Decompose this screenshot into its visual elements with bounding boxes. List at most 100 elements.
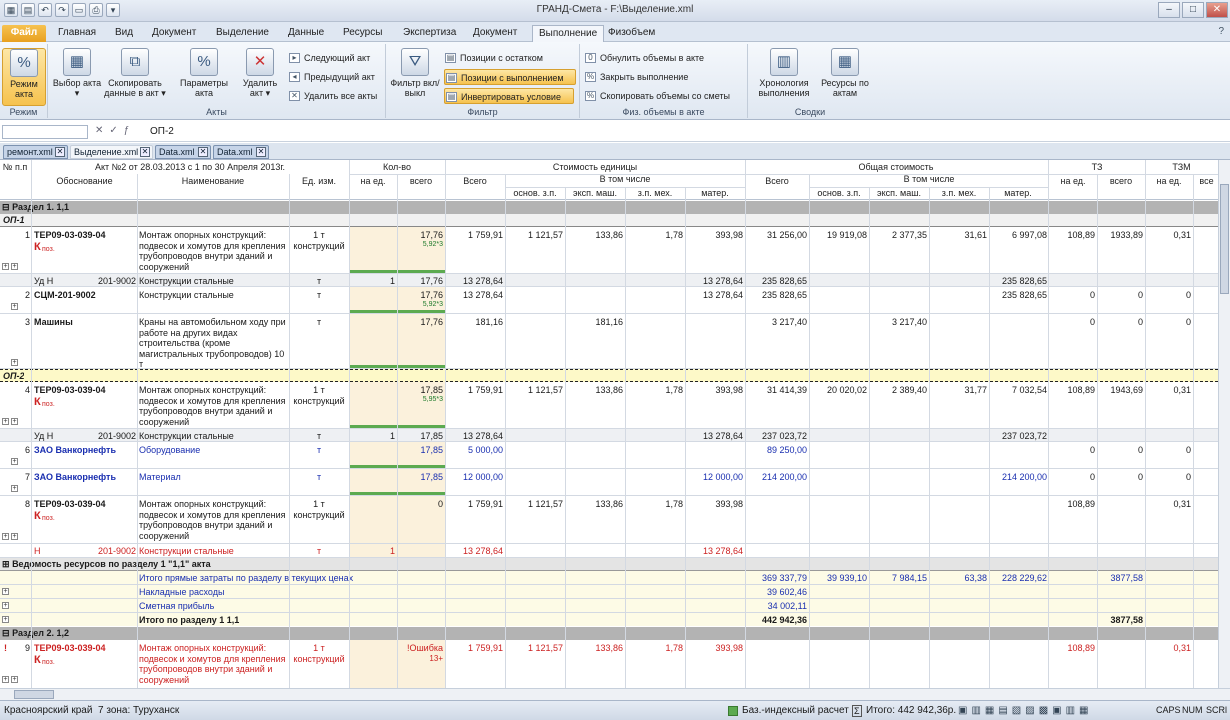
tab-expertise[interactable]: Экспертиза: [397, 25, 462, 42]
doc-tab-data-1[interactable]: Data.xml ✕: [155, 145, 211, 159]
tab-document-2[interactable]: Документ: [467, 25, 523, 42]
scrollbar-thumb[interactable]: [1220, 184, 1229, 294]
cancel-icon[interactable]: ✕: [95, 125, 109, 136]
doc-tab-selection[interactable]: Выделение.xml ✕: [70, 145, 153, 159]
tab-physvolume[interactable]: Физобъем: [602, 25, 661, 42]
close-tab-icon[interactable]: ✕: [198, 147, 208, 157]
expand-icon[interactable]: +: [11, 458, 18, 465]
cell: 1933,89: [1110, 230, 1143, 240]
cell: 0: [1137, 290, 1143, 300]
copy-to-act-button[interactable]: ⧉ Скопировать данные в акт ▾: [100, 48, 170, 98]
resources-by-acts-button[interactable]: ▦ Ресурсы по актам: [820, 48, 870, 98]
invert-condition-button[interactable]: ▤ Инвертировать условие: [444, 88, 574, 104]
close-button[interactable]: ✕: [1206, 2, 1228, 18]
filter-toggle-button[interactable]: ⛛ Фильтр вкл/выкл: [390, 48, 440, 98]
act-mode-button[interactable]: % Режим акта: [2, 48, 46, 106]
hdr-tz: ТЗ: [1091, 162, 1103, 172]
expand-icon[interactable]: +: [2, 263, 9, 270]
maximize-button[interactable]: □: [1182, 2, 1204, 18]
horizontal-scrollbar[interactable]: [0, 688, 1230, 700]
expand-icon[interactable]: +: [11, 303, 18, 310]
expand-icon[interactable]: +: [2, 418, 9, 425]
select-act-button[interactable]: ▦ Выбор акта ▾: [52, 48, 102, 98]
expand-icon[interactable]: +: [11, 676, 18, 683]
prev-act-button[interactable]: ◂ Предыдущий акт: [288, 69, 375, 85]
subsection-row[interactable]: [0, 214, 1218, 227]
view-mode-icons[interactable]: ▣▥▦▤▧▨▩▣▥▦: [958, 705, 1092, 716]
tab-resources[interactable]: Ресурсы: [337, 25, 388, 42]
row-qty-error[interactable]: !Ошибка: [397, 643, 443, 653]
vertical-scrollbar[interactable]: [1218, 160, 1230, 688]
tab-home[interactable]: Главная: [52, 25, 102, 42]
cell: 235 828,65: [761, 276, 807, 286]
name-box[interactable]: [2, 125, 88, 139]
execution-history-button[interactable]: ▥ Хронология выполнения: [752, 48, 816, 98]
copy-volumes-button[interactable]: % Скопировать объемы со сметы: [584, 88, 730, 104]
expand-icon[interactable]: +: [2, 533, 9, 540]
row-name: Конструкции стальные: [139, 290, 234, 300]
collapse-icon[interactable]: ⊟: [2, 202, 10, 212]
subsection-row-selected[interactable]: [0, 369, 1218, 382]
status-calc[interactable]: Баз.-индексный расчет: [742, 705, 849, 716]
hdr-tz-all: всего: [1109, 176, 1133, 186]
cell: 34 002,11: [767, 601, 807, 611]
tab-data[interactable]: Данные: [282, 25, 330, 42]
expand-icon[interactable]: ⊞: [2, 559, 10, 569]
row-number: 8: [24, 499, 30, 509]
expand-icon[interactable]: +: [11, 485, 18, 492]
tab-file[interactable]: Файл: [2, 25, 46, 42]
close-tab-icon[interactable]: ✕: [140, 147, 150, 157]
tab-selection[interactable]: Выделение: [210, 25, 275, 42]
section-row[interactable]: [0, 201, 1218, 214]
row-qty[interactable]: 17,76: [397, 230, 443, 240]
close-execution-button[interactable]: % Закрыть выполнение: [584, 69, 688, 85]
hdr-total-all: Всего: [765, 176, 789, 186]
doc-tab-data-2[interactable]: Data.xml ✕: [213, 145, 269, 159]
formula-value[interactable]: ОП-2: [150, 126, 174, 137]
row-qty[interactable]: 0: [397, 499, 443, 509]
expand-icon[interactable]: +: [2, 616, 9, 623]
hdr-total-eksp: эксп. маш.: [877, 188, 921, 198]
filter-remainder-button[interactable]: ▤ Позиции с остатком: [444, 50, 574, 66]
delete-act-button[interactable]: ✕ Удалить акт ▾: [236, 48, 284, 98]
row-qty[interactable]: 17,85: [397, 385, 443, 395]
row-qty[interactable]: 17,85: [397, 445, 443, 455]
tab-document[interactable]: Документ: [146, 25, 202, 42]
expand-icon[interactable]: +: [11, 359, 18, 366]
row-qty[interactable]: 17,76: [397, 290, 443, 300]
expand-icon[interactable]: +: [2, 602, 9, 609]
cell: 181,16: [595, 317, 623, 327]
expand-icon[interactable]: +: [2, 588, 9, 595]
hscroll-thumb[interactable]: [14, 690, 54, 699]
cell: 13 278,64: [702, 290, 743, 300]
expand-icon[interactable]: +: [11, 263, 18, 270]
cell: 3 217,40: [891, 317, 927, 327]
row-code: 201-9002: [97, 276, 136, 286]
section-row[interactable]: [0, 627, 1218, 640]
fx-icon[interactable]: ƒ: [124, 125, 136, 136]
next-act-button[interactable]: ▸ Следующий акт: [288, 50, 370, 66]
delete-all-acts-button[interactable]: ✕ Удалить все акты: [288, 88, 377, 104]
minimize-button[interactable]: –: [1158, 2, 1180, 18]
help-icon[interactable]: ?: [1218, 26, 1224, 37]
row-qty[interactable]: 17,85: [397, 472, 443, 482]
expand-icon[interactable]: +: [11, 418, 18, 425]
tab-view[interactable]: Вид: [109, 25, 139, 42]
expand-icon[interactable]: +: [2, 676, 9, 683]
hdr-unit-zpm: з.п. мех.: [637, 188, 673, 198]
cell: 393,98: [715, 230, 743, 240]
filter-executed-button[interactable]: ▤ Позиции с выполнением: [444, 69, 576, 85]
cell: 12 000,00: [462, 472, 503, 482]
cell: 1 759,91: [467, 385, 503, 395]
zero-volumes-button[interactable]: 0 Обнулить объемы в акте: [584, 50, 704, 66]
collapse-icon[interactable]: ⊟: [2, 628, 10, 638]
confirm-icon[interactable]: ✓: [109, 125, 123, 136]
row-qty[interactable]: 17,76: [397, 317, 443, 327]
row-number: 9: [24, 643, 30, 653]
tab-execution[interactable]: Выполнение: [532, 25, 605, 42]
expand-icon[interactable]: +: [11, 533, 18, 540]
doc-tab-remont[interactable]: ремонт.xml ✕: [3, 145, 68, 159]
close-tab-icon[interactable]: ✕: [55, 147, 65, 157]
act-params-button[interactable]: % Параметры акта: [176, 48, 232, 98]
close-tab-icon[interactable]: ✕: [256, 147, 266, 157]
